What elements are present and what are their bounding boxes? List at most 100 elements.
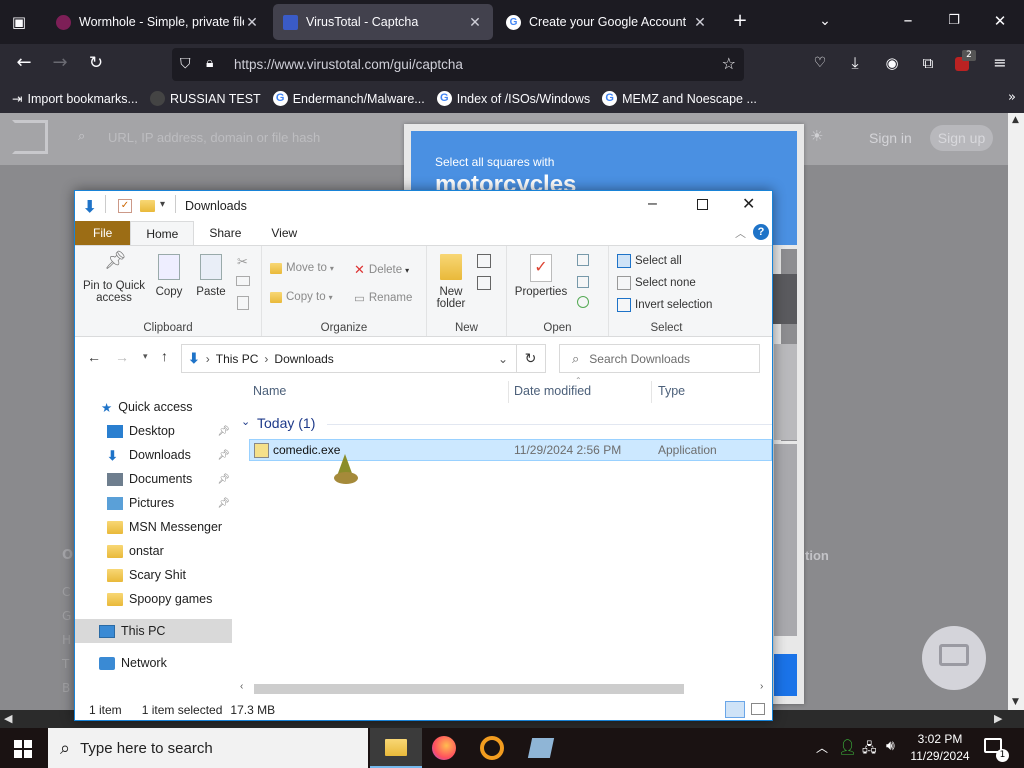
maximize-icon[interactable] (697, 199, 708, 210)
theme-toggle-icon[interactable]: ☀ (810, 127, 823, 145)
recent-locations-icon[interactable]: ▾ (143, 351, 148, 362)
move-to-button[interactable]: Move to ▾ (270, 262, 334, 274)
nav-scary-shit[interactable]: Scary Shit (75, 563, 232, 587)
forward-icon[interactable]: → (115, 349, 129, 365)
sign-in-link[interactable]: Sign in (869, 130, 912, 146)
captcha-tile[interactable] (774, 344, 797, 440)
search-downloads-input[interactable]: ⌕ Search Downloads (559, 344, 760, 373)
details-view-icon[interactable] (725, 701, 745, 718)
column-header-date[interactable]: Date modified (514, 384, 591, 398)
url-bar[interactable]: ⛉ 🔒︎ https://www.virustotal.com/gui/capt… (172, 48, 744, 81)
bookmark-isos[interactable]: G Index of /ISOs/Windows (436, 91, 590, 106)
show-hidden-icons-icon[interactable]: ︿ (816, 739, 828, 756)
close-window-icon[interactable]: ✕ (990, 11, 1010, 31)
close-icon[interactable]: ✕ (742, 194, 755, 214)
column-header-name[interactable]: Name (253, 384, 286, 398)
scroll-down-icon[interactable]: ▼ (1012, 697, 1019, 707)
captcha-tile[interactable] (774, 444, 797, 636)
shield-icon[interactable]: ⛉ (180, 56, 191, 72)
nav-quick-access[interactable]: ★ Quick access (75, 395, 232, 419)
paste-shortcut-icon[interactable] (237, 296, 249, 310)
restore-icon[interactable]: ❐ (944, 11, 964, 31)
taskbar-search-box[interactable]: ⌕ Type here to search (48, 728, 368, 768)
column-divider[interactable] (508, 381, 509, 403)
tab-home[interactable]: Home (130, 221, 195, 245)
close-tab-icon[interactable]: ✕ (244, 14, 260, 31)
minimize-icon[interactable]: – (648, 195, 657, 213)
pocket-icon[interactable]: ♡ (810, 53, 830, 73)
lock-icon[interactable]: 🔒︎ (206, 55, 213, 71)
account-icon[interactable]: ◉ (882, 53, 902, 73)
scroll-right-icon[interactable]: › (760, 681, 763, 692)
scroll-left-icon[interactable]: ◀ (4, 712, 12, 725)
minimize-icon[interactable]: – (898, 11, 918, 31)
bookmark-import[interactable]: ⇥ Import bookmarks... (12, 91, 138, 107)
up-icon[interactable]: ↑ (161, 348, 168, 364)
reload-icon[interactable]: ↻ (86, 53, 106, 73)
select-none-button[interactable]: Select none (617, 276, 696, 290)
tab-virustotal[interactable]: VirusTotal - Captcha ✕ (273, 4, 493, 40)
bookmark-memz[interactable]: G MEMZ and Noescape ... (602, 91, 757, 106)
cut-icon[interactable]: ✂ (237, 254, 248, 270)
scroll-up-icon[interactable]: ▲ (1012, 115, 1019, 125)
captcha-verify-button[interactable] (774, 654, 797, 696)
new-item-icon[interactable] (477, 254, 491, 268)
scrollbar-thumb[interactable] (254, 684, 684, 694)
scroll-left-icon[interactable]: ‹ (240, 681, 243, 692)
address-dropdown-icon[interactable]: ⌄ (498, 352, 508, 366)
taskbar-firefox-icon[interactable] (432, 736, 456, 760)
customize-toolbar-icon[interactable]: ▾ (160, 199, 165, 210)
refresh-button[interactable]: ↻ (516, 344, 546, 373)
tab-google-account[interactable]: G Create your Google Account ✕ (496, 4, 718, 40)
forward-icon[interactable]: → (50, 53, 70, 73)
explorer-title-bar[interactable]: ⬇ ✓ ▾ Downloads – ✕ (75, 191, 772, 221)
tab-list-icon[interactable]: ▣ (8, 12, 30, 32)
explorer-horizontal-scrollbar[interactable]: ‹ › (240, 680, 770, 696)
paste-button[interactable]: Paste (191, 254, 231, 298)
captcha-tile[interactable] (771, 274, 797, 324)
copy-to-button[interactable]: Copy to ▾ (270, 291, 333, 303)
new-tab-icon[interactable]: + (730, 11, 750, 31)
sign-up-button[interactable]: Sign up (930, 125, 993, 151)
tab-wormhole[interactable]: Wormhole - Simple, private file ✕ (46, 4, 270, 40)
nav-spoopy-games[interactable]: Spoopy games (75, 587, 232, 611)
start-windows-icon[interactable] (14, 740, 32, 758)
nav-this-pc[interactable]: This PC (75, 619, 232, 643)
invert-selection-button[interactable]: Invert selection (617, 298, 712, 312)
bookmark-star-icon[interactable]: ☆ (722, 54, 736, 73)
copy-path-icon[interactable] (236, 276, 250, 286)
bookmark-endermanch[interactable]: G Endermanch/Malware... (272, 91, 425, 106)
breadcrumb-this-pc[interactable]: This PC (216, 352, 259, 366)
new-folder-button[interactable]: New folder (431, 254, 471, 310)
edit-icon[interactable] (577, 276, 589, 288)
nav-network[interactable]: Network (75, 651, 232, 675)
bookmarks-overflow-icon[interactable]: » (1004, 88, 1020, 108)
new-folder-quick-icon[interactable] (140, 200, 155, 212)
easy-access-icon[interactable] (477, 276, 491, 290)
bookmark-russian-test[interactable]: RUSSIAN TEST (149, 91, 261, 106)
file-row[interactable]: comedic.exe 11/29/2024 2:56 PM Applicati… (249, 439, 772, 461)
taskbar-file-explorer[interactable] (370, 728, 422, 768)
collapse-group-icon[interactable]: ⌄ (241, 415, 250, 428)
taskbar-notepad-icon[interactable] (527, 738, 555, 758)
open-icon[interactable] (577, 254, 589, 266)
large-icons-view-icon[interactable] (751, 703, 765, 715)
network-tray-icon[interactable]: 🖧 (862, 739, 877, 761)
history-icon[interactable] (577, 296, 589, 308)
column-header-type[interactable]: Type (658, 384, 685, 398)
group-header[interactable]: Today (1) (257, 415, 315, 431)
help-icon[interactable]: ? (753, 224, 769, 240)
menu-icon[interactable]: ≡ (990, 53, 1010, 73)
vt-search-input[interactable]: URL, IP address, domain or file hash (108, 130, 320, 145)
user-tray-icon[interactable]: 👤︎ (838, 738, 857, 756)
close-tab-icon[interactable]: ✕ (467, 14, 483, 31)
nav-desktop[interactable]: Desktop 📌︎ (75, 419, 232, 443)
pin-quick-access-button[interactable]: 📌︎ Pin to Quick access (81, 251, 147, 304)
page-scrollbar[interactable]: ▲ ▼ (1008, 113, 1024, 710)
collapse-ribbon-icon[interactable]: ︿ (735, 225, 746, 241)
breadcrumb-downloads[interactable]: Downloads (274, 352, 333, 366)
tab-view[interactable]: View (256, 221, 312, 245)
tab-file[interactable]: File (75, 221, 131, 245)
address-bar[interactable]: ⬇ › This PC › Downloads ⌄ (181, 344, 517, 373)
column-divider[interactable] (651, 381, 652, 403)
